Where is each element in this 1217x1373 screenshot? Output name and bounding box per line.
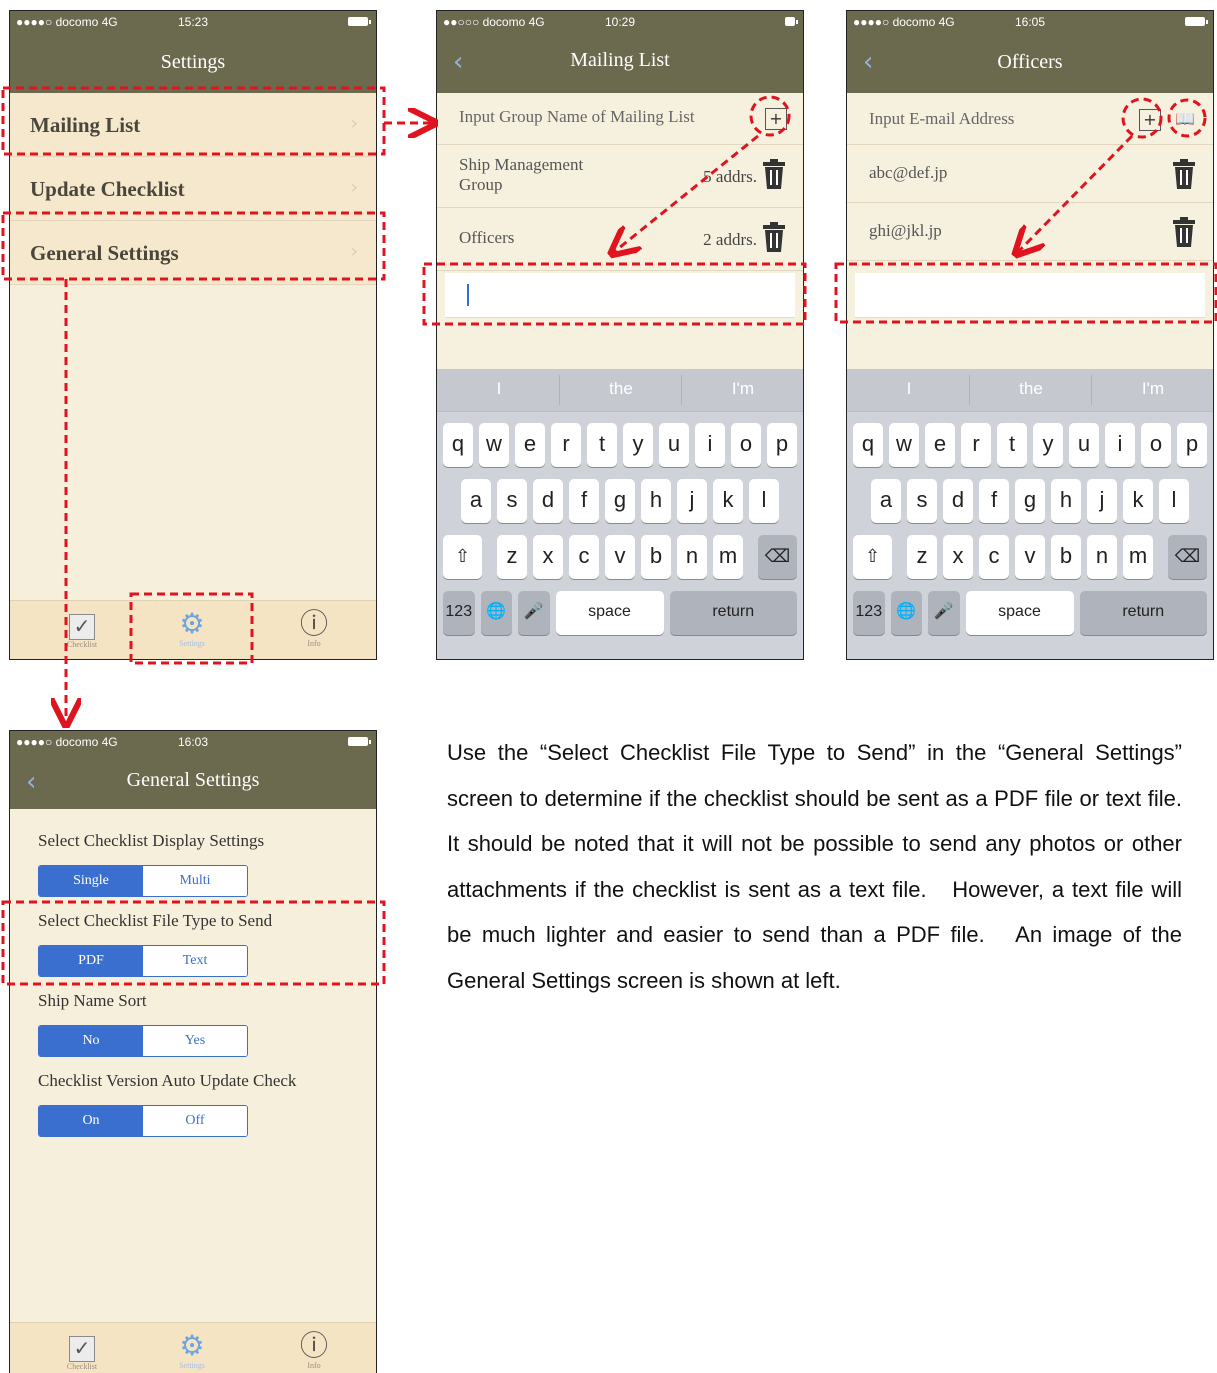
annotation-overlay [1,86,1217,986]
arrow-to-input-field [614,134,759,252]
highlight-file-type-setting [1,900,386,986]
highlight-add-icon [1121,97,1163,139]
arrow-to-email-field [1018,134,1134,252]
highlight-email-field [834,262,1217,324]
highlight-general-settings [1,211,386,281]
highlight-settings-tab [129,592,254,665]
highlight-group-name-field [422,262,807,326]
highlight-mailing-list [1,86,386,156]
highlight-address-book-icon [1167,98,1207,138]
highlight-add-icon [749,95,791,137]
